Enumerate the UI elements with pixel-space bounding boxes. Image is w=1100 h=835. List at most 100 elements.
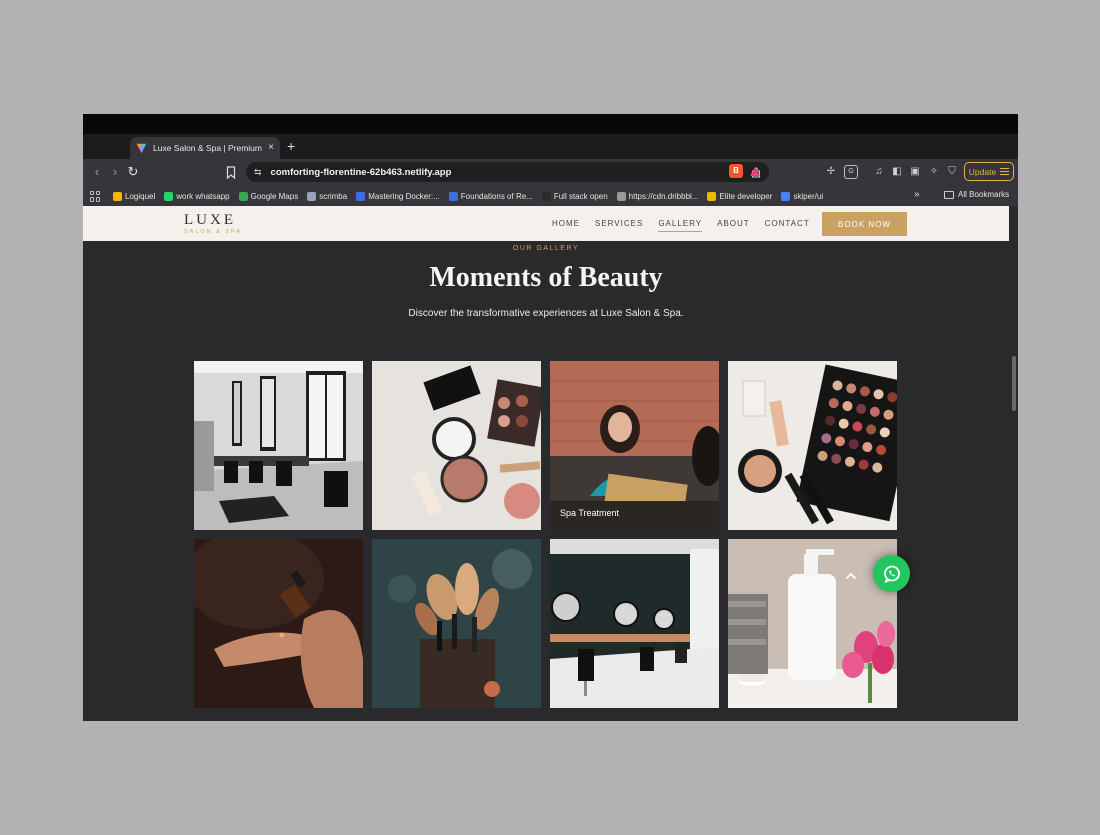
whatsapp-icon xyxy=(883,565,900,583)
bookmark-favicon-icon xyxy=(356,191,366,201)
site-header: LUXE SALON & SPA HOME SERVICES GALLERY ABOU… xyxy=(83,206,1009,241)
book-now-button[interactable]: BOOK NOW xyxy=(822,212,907,236)
nav-link-about[interactable]: ABOUT xyxy=(717,219,750,228)
gallery-image xyxy=(194,539,363,708)
site-info-icon[interactable]: ⇆ xyxy=(254,167,262,178)
gallery-caption: Spa Treatment xyxy=(560,508,620,518)
browser-toolbar: ‹ › ↻ ⇆ comforting-florentine-62b463.net… xyxy=(83,159,1018,186)
gallery-image xyxy=(728,539,897,708)
tab-strip: Luxe Salon & Spa | Premium Beauty × + xyxy=(83,134,1018,159)
all-bookmarks[interactable]: All Bookmarks xyxy=(944,190,1009,199)
bookmark-label: Mastering Docker:... xyxy=(368,191,440,201)
vpn-shield-icon[interactable]: ⛉ xyxy=(945,165,959,179)
nav-link-gallery[interactable]: GALLERY xyxy=(658,219,702,232)
reload-icon[interactable]: ↻ xyxy=(125,164,141,180)
bookmark-favicon-icon xyxy=(541,191,551,201)
nav-link-services[interactable]: SERVICES xyxy=(595,219,643,228)
gallery-image xyxy=(194,361,363,530)
gallery-item-modern-salon[interactable] xyxy=(550,539,719,708)
bookmark-label: https://cdn.dribbbl... xyxy=(628,191,699,201)
bookmark-favicon-icon xyxy=(781,191,791,201)
bookmark-label: work whatsapp xyxy=(176,191,230,201)
gallery-image xyxy=(550,539,719,708)
bookmark-label: Full stack open xyxy=(553,191,608,201)
bookmark-label: scrimba xyxy=(319,191,348,201)
bookmark-item[interactable]: skiper/ui xyxy=(781,191,824,201)
all-bookmarks-label: All Bookmarks xyxy=(958,190,1010,199)
bookmark-label: Logiquel xyxy=(125,191,156,201)
back-icon[interactable]: ‹ xyxy=(89,164,105,180)
gallery-image xyxy=(372,361,541,530)
bookmark-item[interactable]: Mastering Docker:... xyxy=(356,191,440,201)
site-logo[interactable]: LUXE xyxy=(184,212,236,229)
close-tab-icon[interactable]: × xyxy=(268,143,274,153)
gallery-grid: Spa Treatment xyxy=(194,361,898,708)
nav-link-contact[interactable]: CONTACT xyxy=(765,219,810,228)
bookmark-label: Elite developer xyxy=(719,191,773,201)
brave-shield-icon[interactable]: B xyxy=(729,164,743,178)
scrollbar-thumb[interactable] xyxy=(1012,356,1016,411)
address-bar[interactable]: ⇆ comforting-florentine-62b463.netlify.a… xyxy=(246,162,769,182)
menu-icon xyxy=(1000,168,1010,175)
browser-tab-active[interactable]: Luxe Salon & Spa | Premium Beauty × xyxy=(130,137,280,159)
bookmark-favicon-icon xyxy=(707,191,717,201)
leo-ai-icon[interactable]: ✧ xyxy=(927,165,941,179)
nav-link-home[interactable]: HOME xyxy=(552,219,580,228)
gallery-item-makeup-flatlay[interactable] xyxy=(372,361,541,530)
bookmark-item[interactable]: https://cdn.dribbbl... xyxy=(616,191,699,201)
bookmark-favicon-icon xyxy=(238,191,248,201)
url-text: comforting-florentine-62b463.netlify.app xyxy=(270,166,452,178)
site-nav-links: HOME SERVICES GALLERY ABOUT CONTACT xyxy=(552,219,810,232)
site-logo-tagline: SALON & SPA xyxy=(184,229,242,235)
section-title: Moments of Beauty xyxy=(429,262,663,293)
bookmark-favicon-icon xyxy=(307,191,317,201)
gallery-image xyxy=(550,361,719,530)
bookmarks-overflow-icon[interactable]: » xyxy=(914,189,920,200)
bookmark-item[interactable]: Logiquel xyxy=(113,191,156,201)
bookmarks-bar: Logiquel work whatsapp Google Maps scrimba M… xyxy=(83,186,1018,206)
bookmark-label: Google Maps xyxy=(250,191,299,201)
gallery-item-essential-oil-dropper[interactable] xyxy=(194,539,363,708)
gallery-item-salon-interior-bw[interactable] xyxy=(194,361,363,530)
section-subtitle: Discover the transformative experiences … xyxy=(408,308,684,319)
gallery-image xyxy=(728,361,897,530)
gallery-item-makeup-brushes[interactable] xyxy=(372,539,541,708)
gallery-item-spa-consultation[interactable]: Spa Treatment xyxy=(550,361,719,530)
extensions-icon[interactable]: ✢ xyxy=(824,165,838,179)
tab-title: Luxe Salon & Spa | Premium Beauty xyxy=(153,143,262,153)
screenshot-extension-icon[interactable]: G xyxy=(844,165,858,179)
bookmark-item[interactable]: Google Maps xyxy=(238,191,299,201)
folder-icon xyxy=(944,190,954,199)
chevron-up-icon[interactable] xyxy=(843,568,859,583)
scrollbar-track[interactable] xyxy=(1009,206,1018,721)
bookmark-label: skiper/ui xyxy=(793,191,824,201)
gallery-image xyxy=(372,539,541,708)
whatsapp-button[interactable] xyxy=(873,555,910,592)
section-eyebrow: OUR GALLERY xyxy=(512,245,580,252)
gallery-item-spa-products[interactable] xyxy=(728,539,897,708)
update-button[interactable]: Update xyxy=(964,162,1014,181)
forward-icon[interactable]: › xyxy=(107,164,123,180)
bookmark-favicon-icon xyxy=(164,191,174,201)
apps-grid-icon[interactable] xyxy=(90,190,101,202)
bookmark-item[interactable]: Foundations of Re... xyxy=(448,191,533,201)
brave-rewards-icon[interactable] xyxy=(749,166,761,177)
bookmark-page-icon[interactable] xyxy=(226,166,236,179)
new-tab-icon[interactable]: + xyxy=(287,137,295,155)
favicon-icon xyxy=(136,143,147,153)
page-viewport: LUXE SALON & SPA HOME SERVICES GALLERY ABOU… xyxy=(83,206,1018,721)
bookmark-favicon-icon xyxy=(113,191,122,201)
bookmark-item[interactable]: work whatsapp xyxy=(164,191,230,201)
media-icon[interactable]: ♫ xyxy=(872,165,886,179)
update-label: Update xyxy=(968,166,997,177)
sidebar-icon[interactable]: ◧ xyxy=(890,165,904,179)
bookmark-item[interactable]: Elite developer xyxy=(707,191,773,201)
wallet-icon[interactable]: ▣ xyxy=(908,165,922,179)
bookmark-item[interactable]: scrimba xyxy=(307,191,348,201)
bookmark-label: Foundations of Re... xyxy=(460,191,533,201)
browser-window: Luxe Salon & Spa | Premium Beauty × + ‹ … xyxy=(83,114,1018,721)
bookmark-item[interactable]: Full stack open xyxy=(541,191,608,201)
bookmark-favicon-icon xyxy=(616,191,626,201)
gallery-item-eyeshadow-palette[interactable] xyxy=(728,361,897,530)
bookmark-favicon-icon xyxy=(448,191,458,201)
